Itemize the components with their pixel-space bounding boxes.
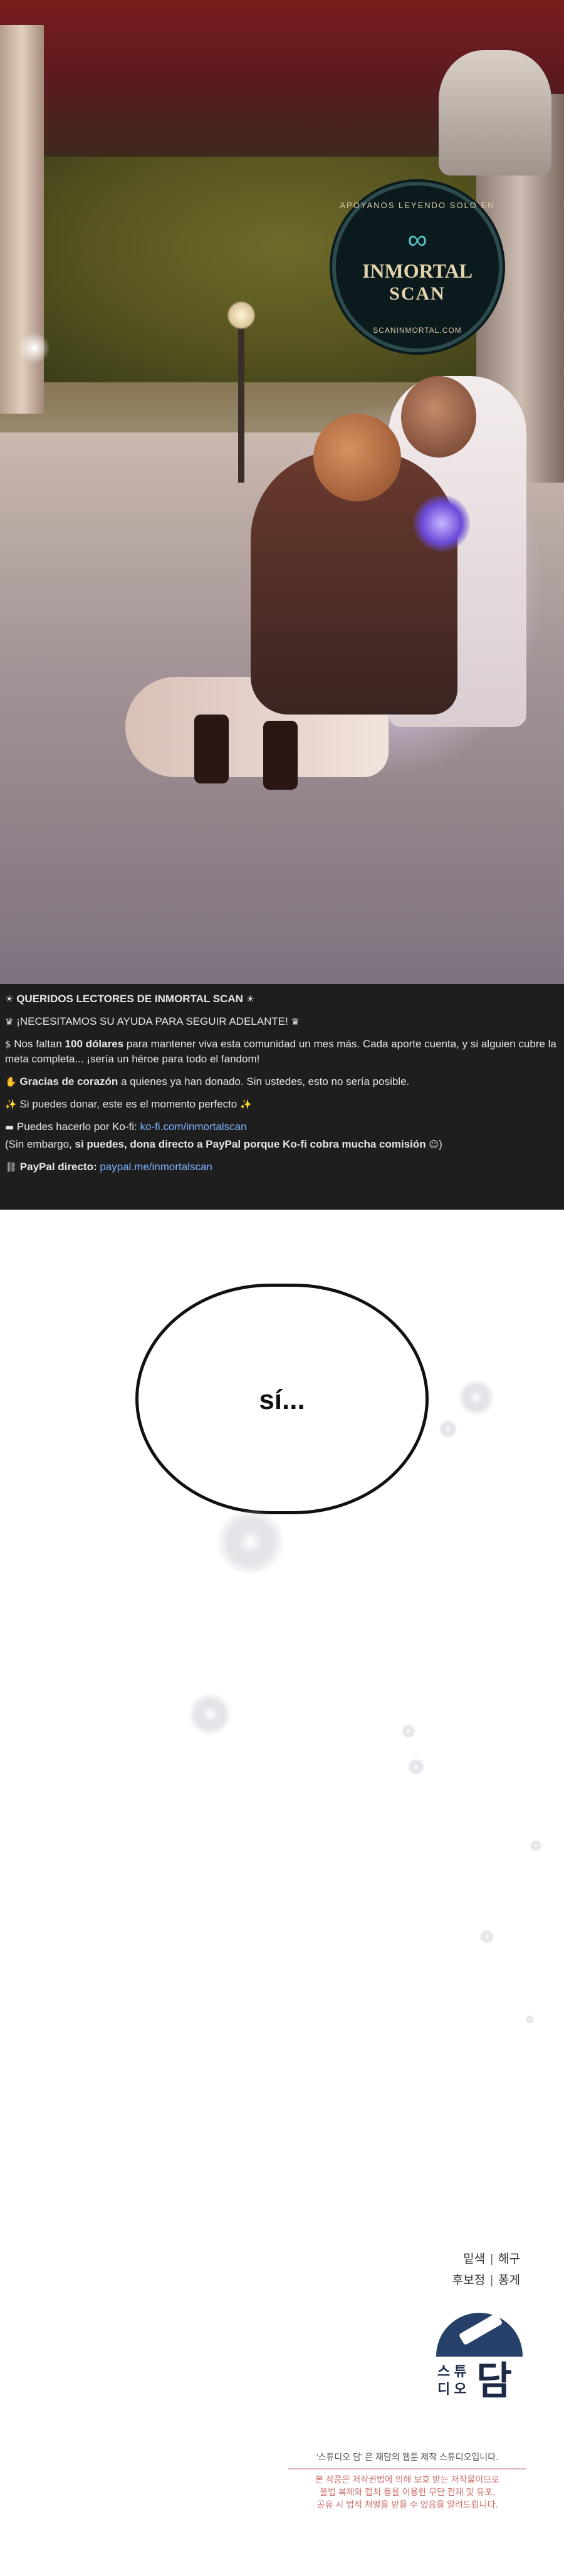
link-icon: ⛓	[5, 1161, 18, 1173]
notice-line-5: Si puedes donar, este es el momento perf…	[19, 1098, 238, 1110]
sparkle-dot	[407, 1758, 425, 1776]
sparkle-dot	[439, 1420, 457, 1438]
sparkle-dot	[457, 1379, 495, 1416]
sparkles-icon: ✨	[5, 1099, 17, 1110]
heart-face-icon: ☺	[429, 1139, 439, 1150]
credit-name-2: 퐁게	[498, 2274, 520, 2287]
credit-role-1: 밑색	[463, 2253, 486, 2266]
sparkle-dot	[530, 1840, 542, 1852]
notice-line-2: ¡NECESITAMOS SU AYUDA PARA SEGUIR ADELAN…	[16, 1015, 288, 1027]
notice-line-4-bold: Gracias de corazón	[19, 1076, 118, 1087]
sparkle-dot	[401, 1724, 416, 1739]
notice-line-4-post: a quienes ya han donado. Sin ustedes, es…	[118, 1076, 410, 1087]
notice-row-7: (Sin embargo, si puedes, dona directo a …	[5, 1137, 559, 1152]
sparkles-icon: ✨	[239, 1099, 252, 1110]
sparkle-dot	[479, 1929, 494, 1944]
notice-row-3: $ Nos faltan 100 dólares para mantener v…	[5, 1037, 559, 1067]
badge-brand-line1: INMORTAL	[362, 259, 473, 282]
money-icon: $	[5, 1039, 11, 1050]
notice-heading-row: ☀ QUERIDOS LECTORES DE INMORTAL SCAN ☀	[5, 992, 559, 1007]
sun-icon: ☀	[5, 993, 14, 1005]
girl-shoe-right	[263, 721, 298, 790]
crown-icon: ♛	[291, 1016, 300, 1027]
notice-line-7-pre: (Sin embargo,	[5, 1138, 75, 1150]
bubble-text: sí...	[259, 1385, 305, 1415]
sun-icon: ☀	[246, 993, 255, 1005]
notice-line-8-bold: PayPal directo:	[19, 1161, 97, 1173]
credit-name-1: 해구	[498, 2253, 520, 2266]
sparkle-dot	[525, 2015, 534, 2024]
praying-hands-icon: ✋	[5, 1076, 17, 1087]
kofi-link[interactable]: ko-fi.com/inmortalscan	[140, 1121, 246, 1133]
notice-line-3-bold: 100 dólares	[65, 1038, 124, 1050]
notice-row-6: ▬ Puedes hacerlo por Ko-fi: ko-fi.com/in…	[5, 1119, 559, 1134]
notice-row-5: ✨ Si puedes donar, este es el momento pe…	[5, 1097, 559, 1112]
illustration-panel: APOYANOS LEYENDO SOLO EN ∞ INMORTAL SCAN…	[0, 0, 564, 984]
copyright-warning-3: 공유 시 법적 처벌을 받을 수 있음을 알려드립니다.	[316, 2500, 498, 2510]
sparkle-dot	[213, 1511, 288, 1573]
girl-shoe-left	[194, 715, 229, 783]
donation-notice: ☀ QUERIDOS LECTORES DE INMORTAL SCAN ☀ ♛…	[0, 984, 564, 1210]
card-icon: ▬	[5, 1121, 14, 1133]
speech-bubble: sí...	[135, 1284, 429, 1514]
copyright-warning-2: 불법 복제와 캡처 등을 이용한 무단 전재 및 유포,	[320, 2487, 495, 2497]
girl-head	[313, 414, 401, 501]
notice-line-7-post: )	[439, 1138, 442, 1150]
footer-divider	[288, 2468, 526, 2469]
logo-big-text: 담	[476, 2360, 513, 2403]
stone-urn	[439, 50, 551, 175]
studio-dam-logo: 스 튜디 오 담	[432, 2312, 526, 2413]
badge-brand-line2: SCAN	[389, 283, 446, 304]
paypal-link[interactable]: paypal.me/inmortalscan	[100, 1161, 212, 1173]
scanlator-badge[interactable]: APOYANOS LEYENDO SOLO EN ∞ INMORTAL SCAN…	[332, 182, 503, 352]
lamp-globe	[227, 301, 256, 330]
notice-line-3-pre: Nos faltan	[14, 1038, 65, 1050]
glowing-orb	[414, 495, 470, 552]
credit-row-2: 후보정 | 퐁게	[452, 2274, 520, 2287]
notice-line-7-bold: si puedes, dona directo a PayPal porque …	[75, 1138, 426, 1150]
credit-role-2: 후보정	[452, 2274, 486, 2287]
badge-ring-bottom-text: SCANINMORTAL.COM	[373, 326, 462, 335]
man-head	[401, 376, 476, 458]
lamp-post	[238, 313, 244, 483]
lotus-infinity-icon: ∞	[407, 224, 427, 255]
copyright-footer: '스튜디오 담' 은 재담의 웹툰 제작 스튜디오입니다. 본 작품은 저작권법…	[288, 2451, 526, 2511]
staff-credits: 밑색 | 해구 후보정 | 퐁게	[452, 2249, 520, 2291]
badge-ring-top-text: APOYANOS LEYENDO SOLO EN	[340, 201, 495, 210]
notice-heading: QUERIDOS LECTORES DE INMORTAL SCAN	[16, 993, 243, 1005]
light-sparkle	[19, 332, 50, 364]
copyright-warning-1: 본 작품은 저작권법에 의해 보호 받는 저작물이므로	[315, 2474, 499, 2484]
credit-row-1: 밑색 | 해구	[463, 2253, 520, 2266]
notice-row-2: ♛ ¡NECESITAMOS SU AYUDA PARA SEGUIR ADEL…	[5, 1014, 559, 1029]
notice-line-6-pre: Puedes hacerlo por Ko-fi:	[16, 1121, 140, 1133]
studio-description: '스튜디오 담' 은 재담의 웹툰 제작 스튜디오입니다.	[316, 2452, 499, 2462]
crown-icon: ♛	[5, 1016, 14, 1027]
sparkle-dot	[188, 1692, 232, 1736]
notice-row-8: ⛓ PayPal directo: paypal.me/inmortalscan	[5, 1160, 559, 1175]
notice-row-4: ✋ Gracias de corazón a quienes ya han do…	[5, 1074, 559, 1089]
logo-small-text: 스 튜디 오	[437, 2364, 467, 2397]
